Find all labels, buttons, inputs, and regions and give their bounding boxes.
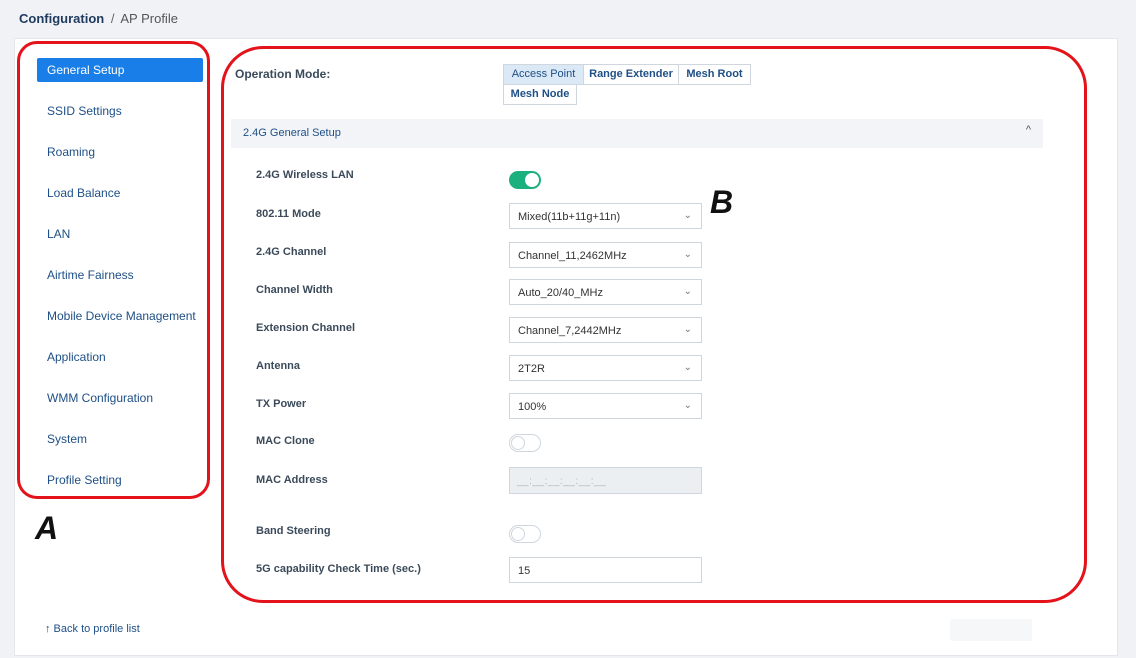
- breadcrumb-current: AP Profile: [120, 11, 178, 26]
- back-to-profile-list-link[interactable]: ↑ Back to profile list: [45, 623, 140, 635]
- breadcrumb-separator: /: [110, 11, 115, 26]
- annotation-outline-a: [17, 41, 210, 499]
- annotation-label-a: A: [35, 510, 59, 546]
- annotation-outline-b: [221, 46, 1087, 603]
- breadcrumb-root[interactable]: Configuration: [19, 11, 104, 26]
- breadcrumb: Configuration / AP Profile: [19, 11, 178, 26]
- apply-button[interactable]: [950, 619, 1032, 641]
- annotation-label-b: B: [710, 184, 734, 220]
